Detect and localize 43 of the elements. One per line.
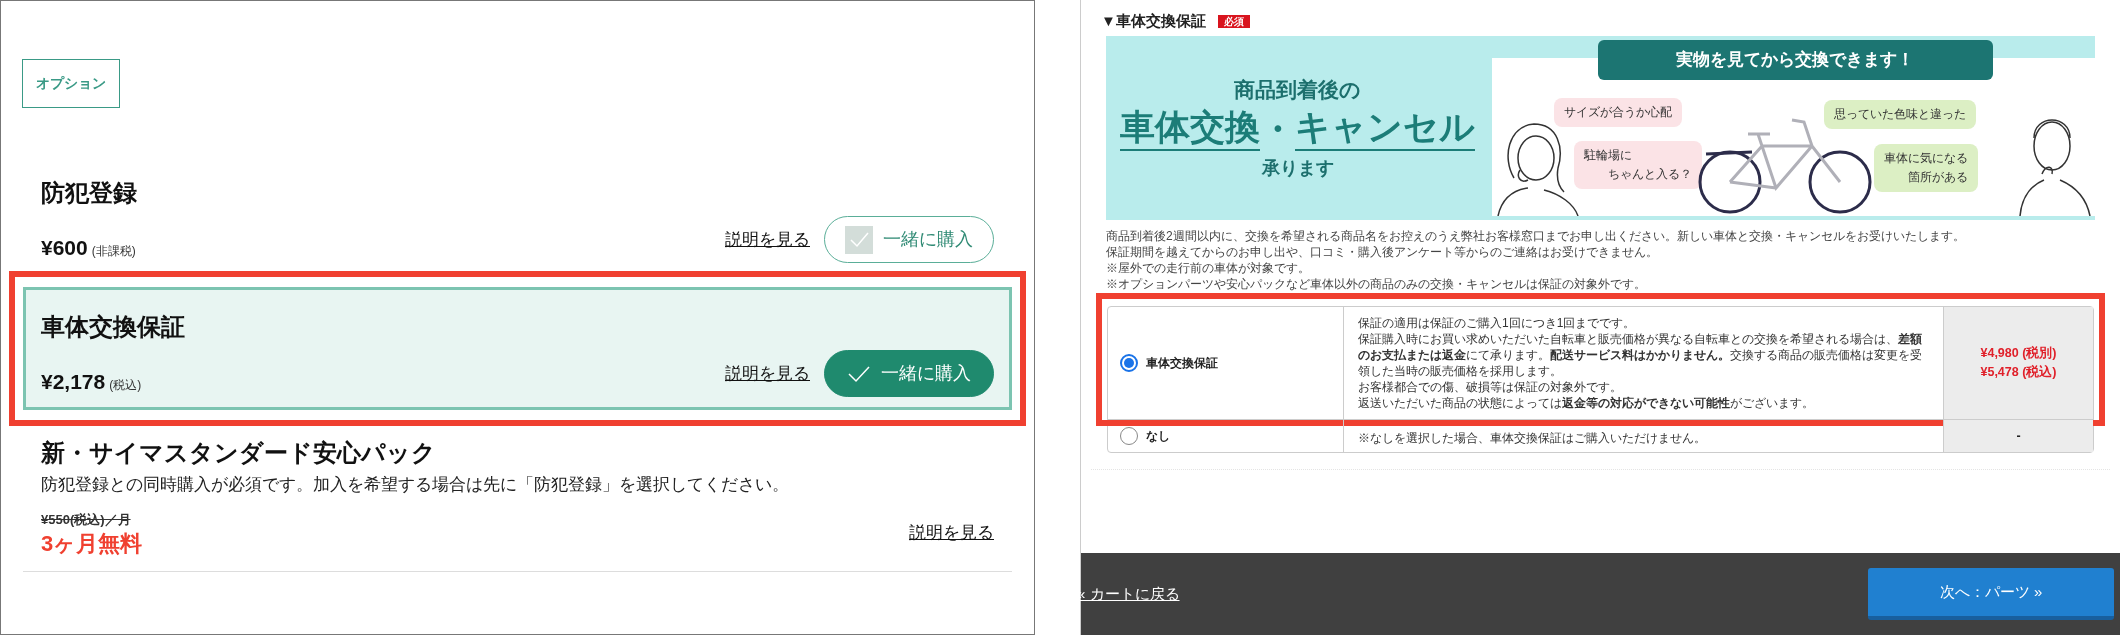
option-label: 車体交換保証 [1146, 355, 1218, 372]
description-text: ※なしを選択した場合、車体交換保証はご購入いただけません。 [1358, 430, 1707, 446]
banner-headline: 車体交換 [1120, 105, 1261, 152]
option-title: 防犯登録 [41, 178, 138, 208]
options-tag: オプション [22, 59, 120, 108]
buy-together-button[interactable]: 一緒に購入 [824, 216, 994, 263]
detail-link[interactable]: 説明を見る [909, 519, 994, 545]
option-price: ¥2,178 [41, 368, 106, 395]
promo-text: 3ヶ月無料 [41, 530, 143, 558]
section-title: ▼車体交換保証 [1101, 10, 1206, 31]
note-text: ※オプションパーツや安心パックなど車体以外の商品のみの交換・キャンセルは保証の対象外です。 [1106, 276, 1647, 292]
description-text: 返送いただいた商品の状態によっては返金等の対応ができない可能性がございます。 [1358, 395, 1815, 411]
tax-note: (税込) [109, 376, 142, 394]
tax-note: (非課税) [91, 242, 136, 260]
required-badge: 必須 [1217, 14, 1250, 28]
note-text: 保証期間を越えてからのお申し出や、口コミ・購入後アンケート等からのご連絡はお受けできません。 [1106, 244, 1659, 260]
description-text: 保証の適用は保証のご購入1回につき1回までです。 [1358, 315, 1637, 331]
option-title: 車体交換保証 [41, 312, 186, 342]
old-price: ¥550(税込)／月 [41, 510, 131, 529]
description-text: 保証購入時にお買い求めいただいた自転車と販売価格が異なる自転車との交換を希望される場合は、差額のお支払または返金にて承ります。配送サービス料はかかりません。交換する商品の販売価格は変更を受領した当時の販売価格を採用します。 [1358, 331, 1923, 379]
banner-pill: 実物を見てから交換できます！ [1597, 40, 1993, 80]
buy-together-button[interactable]: 一緒に購入 [824, 350, 994, 397]
note-text: 商品到着後2週間以内に、交換を希望される商品名をお控えのうえ弊社お客様窓口までお申し出ください。新しい車体と交換・キャンセルをお受けいたします。 [1106, 228, 1966, 244]
banner-subheading: 承ります [1261, 157, 1334, 181]
option-description: 防犯登録との同時購入が必須です。加入を希望する場合は先に「防犯登録」を選択してください。 [41, 474, 790, 496]
note-text: ※屋外での走行前の車体が対象です。 [1106, 260, 1311, 276]
price-text: - [2016, 427, 2021, 445]
option-label: なし [1146, 428, 1170, 445]
speech-bubble: 思っていた色味と違った [1823, 100, 1976, 129]
banner-subheading: 商品到着後の [1234, 76, 1362, 103]
banner-headline: ・ [1260, 108, 1296, 151]
price-text: ¥5,478 (税込) [1980, 364, 2057, 381]
price-text: ¥4,980 (税別) [1980, 345, 2057, 362]
option-title: 新・サイマスタンダード安心パック [41, 438, 437, 468]
speech-bubble: 車体に気になる 箇所がある [1873, 144, 1978, 192]
option-price: ¥600 [41, 234, 88, 261]
detail-link[interactable]: 説明を見る [725, 226, 810, 253]
banner-headline: キャンセル [1295, 105, 1476, 152]
speech-bubble: 駐輪場に ちゃんと入る？ [1573, 141, 1702, 189]
speech-bubble: サイズが合うか心配 [1553, 98, 1682, 127]
detail-link[interactable]: 説明を見る [725, 360, 810, 387]
description-text: お客様都合での傷、破損等は保証の対象外です。 [1358, 379, 1623, 395]
next-button[interactable]: 次へ：パーツ » [1868, 568, 2114, 620]
